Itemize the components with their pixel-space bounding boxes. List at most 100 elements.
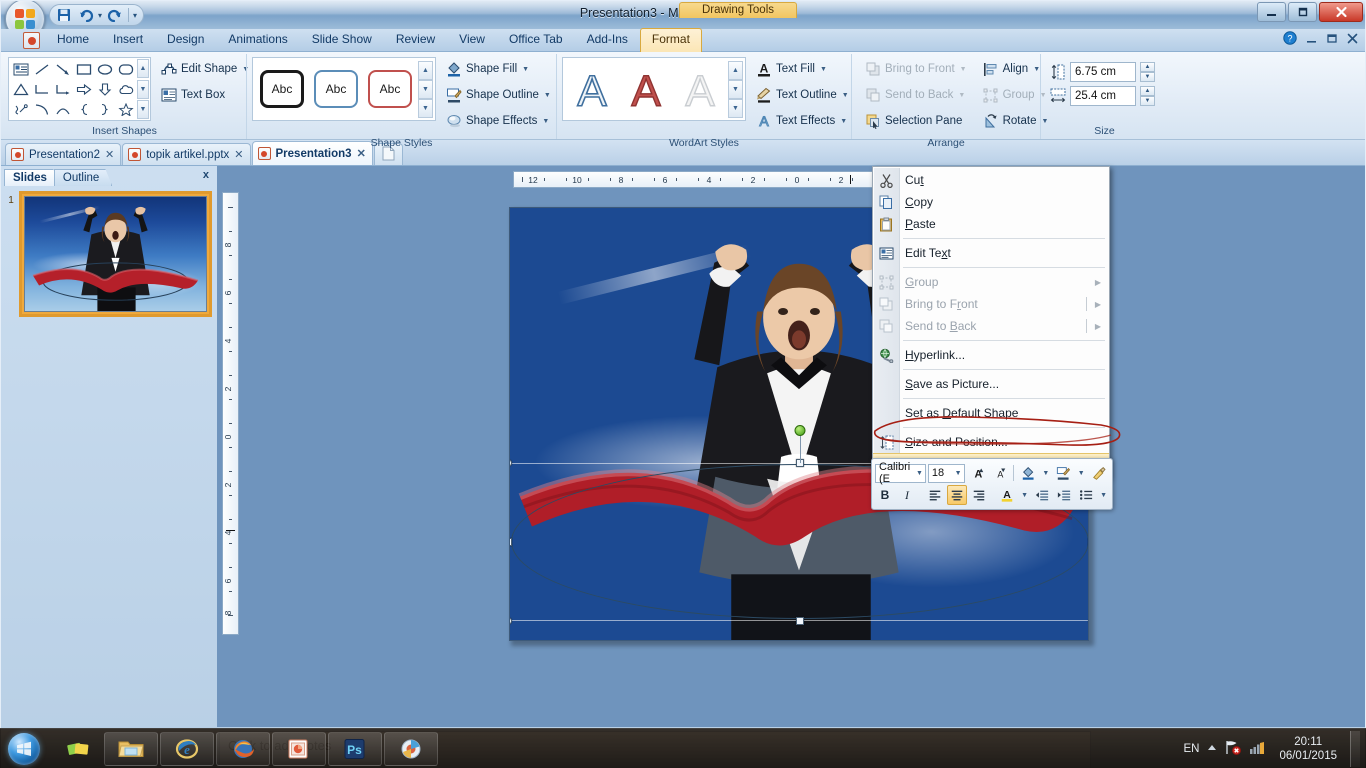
ribbon-restore-icon[interactable]	[1326, 33, 1338, 47]
shape-height-field[interactable]: 6.75 cm	[1070, 62, 1136, 82]
send-to-back-button[interactable]: Send to Back ▼	[859, 83, 973, 107]
office-button[interactable]	[5, 1, 45, 29]
fill-color-button[interactable]	[1018, 463, 1038, 483]
font-size-field[interactable]: 18 ▼	[927, 463, 965, 483]
ribbon-tab-format[interactable]: Format	[639, 28, 702, 52]
minimize-button[interactable]	[1257, 2, 1286, 22]
bold-button[interactable]: B	[875, 485, 895, 505]
slide-thumbnail-1[interactable]	[19, 191, 212, 317]
wordart-scroll-up-button[interactable]: ▲	[728, 60, 743, 80]
internet-explorer-icon[interactable]: e	[160, 731, 214, 766]
shape-textbox-icon[interactable]	[10, 59, 31, 79]
text-fill-button[interactable]: A Text Fill ▼	[750, 57, 855, 81]
ribbon-tab-design[interactable]: Design	[155, 28, 216, 51]
restore-button[interactable]	[1288, 2, 1317, 22]
ribbon-tab-home[interactable]: Home	[45, 28, 101, 51]
pane-tab-outline[interactable]: Outline	[53, 169, 113, 186]
show-desktop-peek-icon[interactable]	[56, 732, 102, 766]
wordart-scroll-down-button[interactable]: ▼	[728, 79, 743, 99]
font-name-field[interactable]: Calibri (E ▼	[875, 461, 926, 485]
ribbon-tab-view[interactable]: View	[447, 28, 497, 51]
ribbon-close-icon[interactable]	[1347, 33, 1358, 47]
text-outline-button[interactable]: Text Outline ▼	[750, 83, 855, 107]
media-app-icon[interactable]	[384, 731, 438, 766]
height-spin-down[interactable]: ▼	[1140, 72, 1155, 82]
shape-oval-icon[interactable]	[94, 59, 115, 79]
windows-explorer-icon[interactable]	[104, 731, 158, 766]
doc-tab-presentation2-close-icon[interactable]: ✕	[105, 148, 114, 161]
slides-pane-close-icon[interactable]: x	[203, 169, 209, 181]
context-menu-item-size-and-position[interactable]: Size and Position...	[873, 431, 1109, 453]
doc-tab-presentation2[interactable]: Presentation2 ✕	[5, 143, 122, 165]
shapes-gallery[interactable]: ▲ ▼ ▼	[8, 57, 151, 121]
ribbon-tab-animations[interactable]: Animations	[216, 28, 299, 51]
context-menu-item-copy[interactable]: Copy	[873, 191, 1109, 213]
shape-fill-button[interactable]: Shape Fill ▼	[440, 57, 557, 81]
width-spin-up[interactable]: ▲	[1140, 86, 1155, 96]
bring-to-front-button[interactable]: Bring to Front ▼	[859, 57, 973, 81]
text-effects-button[interactable]: A Text Effects ▼	[750, 109, 855, 133]
shape-rectangle-icon[interactable]	[73, 59, 94, 79]
shapes-gallery-scroll[interactable]: ▲ ▼ ▼	[137, 59, 149, 119]
shapes-scroll-up-button[interactable]: ▲	[137, 59, 149, 78]
shape-width-field[interactable]: 25.4 cm	[1070, 86, 1136, 106]
width-spin-down[interactable]: ▼	[1140, 96, 1155, 106]
shape-styles-scroll-down-button[interactable]: ▼	[418, 79, 433, 99]
font-color-button[interactable]: A	[997, 485, 1017, 505]
context-menu-item-save-as-picture[interactable]: Save as Picture...	[873, 373, 1109, 395]
powerpoint-icon[interactable]	[272, 731, 326, 766]
line-color-dropdown-icon[interactable]: ▼	[1076, 470, 1087, 477]
font-color-dropdown-icon[interactable]: ▼	[1019, 492, 1030, 499]
ribbon-minimize-icon[interactable]	[1306, 33, 1317, 47]
shape-down-arrow-icon[interactable]	[94, 79, 115, 99]
shape-styles-gallery[interactable]: Abc Abc Abc ▲ ▼ ▼	[252, 57, 436, 121]
shape-triangle-icon[interactable]	[10, 79, 31, 99]
wordart-style-sample-3[interactable]: A	[673, 61, 727, 117]
shape-right-arrow-icon[interactable]	[73, 79, 94, 99]
shape-cloud-icon[interactable]	[115, 79, 136, 99]
pane-tab-slides[interactable]: Slides	[4, 169, 60, 186]
line-color-button[interactable]	[1053, 463, 1073, 483]
doc-tab-topik-artikel[interactable]: topik artikel.pptx ✕	[122, 143, 251, 165]
wordart-style-sample-1[interactable]: A	[565, 61, 619, 117]
undo-dropdown-icon[interactable]: ▾	[98, 11, 102, 20]
context-menu-item-cut[interactable]: Cut	[873, 169, 1109, 191]
shape-effects-button[interactable]: Shape Effects ▼	[440, 109, 557, 133]
shapes-scroll-down-button[interactable]: ▼	[137, 79, 149, 99]
show-desktop-button[interactable]	[1350, 730, 1360, 767]
context-menu-item-set-as-default-shape[interactable]: Set as Default Shape	[873, 402, 1109, 424]
shape-style-sample-1[interactable]: Abc	[255, 61, 309, 117]
shape-right-brace-icon[interactable]	[94, 99, 115, 119]
wordart-styles-scroll[interactable]: ▲ ▼ ▼	[728, 60, 743, 118]
bullets-button[interactable]	[1076, 485, 1096, 505]
format-painter-button[interactable]	[1089, 463, 1109, 483]
wordart-more-button[interactable]: ▼	[728, 98, 743, 118]
volume-icon[interactable]	[1249, 740, 1266, 758]
shape-outline-button[interactable]: Shape Outline ▼	[440, 83, 557, 107]
shape-width-spinner[interactable]: ▲ ▼	[1140, 86, 1155, 106]
tray-show-hidden-icons-button[interactable]	[1206, 742, 1218, 756]
shape-elbow-connector-icon[interactable]	[31, 79, 52, 99]
height-spin-up[interactable]: ▲	[1140, 62, 1155, 72]
context-menu-item-group[interactable]: Group ▶	[873, 271, 1109, 293]
ribbon-tab-office-tab[interactable]: Office Tab	[497, 28, 575, 51]
edit-shape-button[interactable]: Edit Shape ▼	[155, 57, 255, 81]
redo-icon[interactable]	[104, 6, 124, 24]
context-menu-item-edit-text[interactable]: Edit Text	[873, 242, 1109, 264]
help-icon[interactable]: ?	[1283, 31, 1297, 48]
wordart-styles-gallery[interactable]: A A A ▲ ▼ ▼	[562, 57, 746, 121]
grow-font-button[interactable]: A	[967, 463, 987, 483]
bullets-dropdown-icon[interactable]: ▼	[1098, 492, 1109, 499]
align-center-button[interactable]	[947, 485, 968, 505]
photoshop-icon[interactable]: Ps	[328, 731, 382, 766]
increase-indent-button[interactable]	[1054, 485, 1074, 505]
shape-styles-scroll-up-button[interactable]: ▲	[418, 60, 433, 80]
ribbon-tab-insert[interactable]: Insert	[101, 28, 155, 51]
decrease-indent-button[interactable]	[1032, 485, 1052, 505]
shape-elbow-arrow-connector-icon[interactable]	[52, 79, 73, 99]
shape-style-sample-3[interactable]: Abc	[363, 61, 417, 117]
shape-height-spinner[interactable]: ▲ ▼	[1140, 62, 1155, 82]
shape-freeform-icon[interactable]	[10, 99, 31, 119]
shape-arc-icon[interactable]	[52, 99, 73, 119]
shape-curve-icon[interactable]	[31, 99, 52, 119]
